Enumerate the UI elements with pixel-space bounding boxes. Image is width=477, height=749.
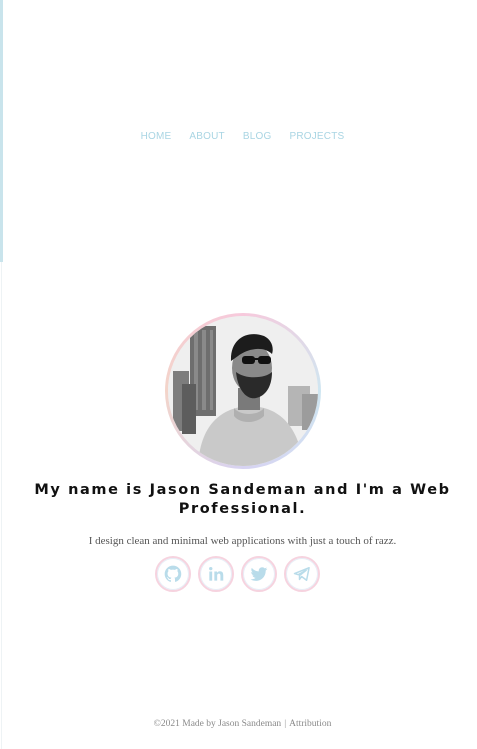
profile-photo [168, 316, 318, 466]
profile-avatar-ring [165, 313, 321, 469]
nav-about-link[interactable]: ABOUT [189, 131, 224, 142]
left-border-line [1, 262, 2, 749]
github-link[interactable] [155, 556, 191, 592]
twitter-icon [250, 567, 268, 581]
linkedin-icon [209, 567, 224, 581]
twitter-link[interactable] [241, 556, 277, 592]
telegram-link[interactable] [284, 556, 320, 592]
hero-headline: My name is Jason Sandeman and I'm a Web … [20, 481, 465, 519]
nav-home-link[interactable]: HOME [141, 131, 172, 142]
main-nav: HOME ABOUT BLOG PROJECTS [0, 131, 477, 142]
social-links [155, 556, 320, 592]
profile-avatar [168, 316, 318, 466]
hero-headline-line2: Professional. [178, 501, 307, 517]
site-footer: ©2021 Made by Jason Sandeman | Attribution [0, 719, 477, 729]
hero-headline-line1: My name is Jason Sandeman and I'm a Web [34, 482, 451, 498]
telegram-icon [293, 567, 310, 581]
footer-made-by: ©2021 Made by Jason Sandeman [153, 719, 282, 729]
footer-attribution-link[interactable]: Attribution [289, 719, 331, 729]
hero-tagline: I design clean and minimal web applicati… [88, 535, 397, 547]
github-icon [164, 565, 182, 582]
nav-projects-link[interactable]: PROJECTS [289, 131, 344, 142]
linkedin-link[interactable] [198, 556, 234, 592]
nav-blog-link[interactable]: BLOG [243, 131, 272, 142]
footer-separator: | [284, 719, 287, 729]
